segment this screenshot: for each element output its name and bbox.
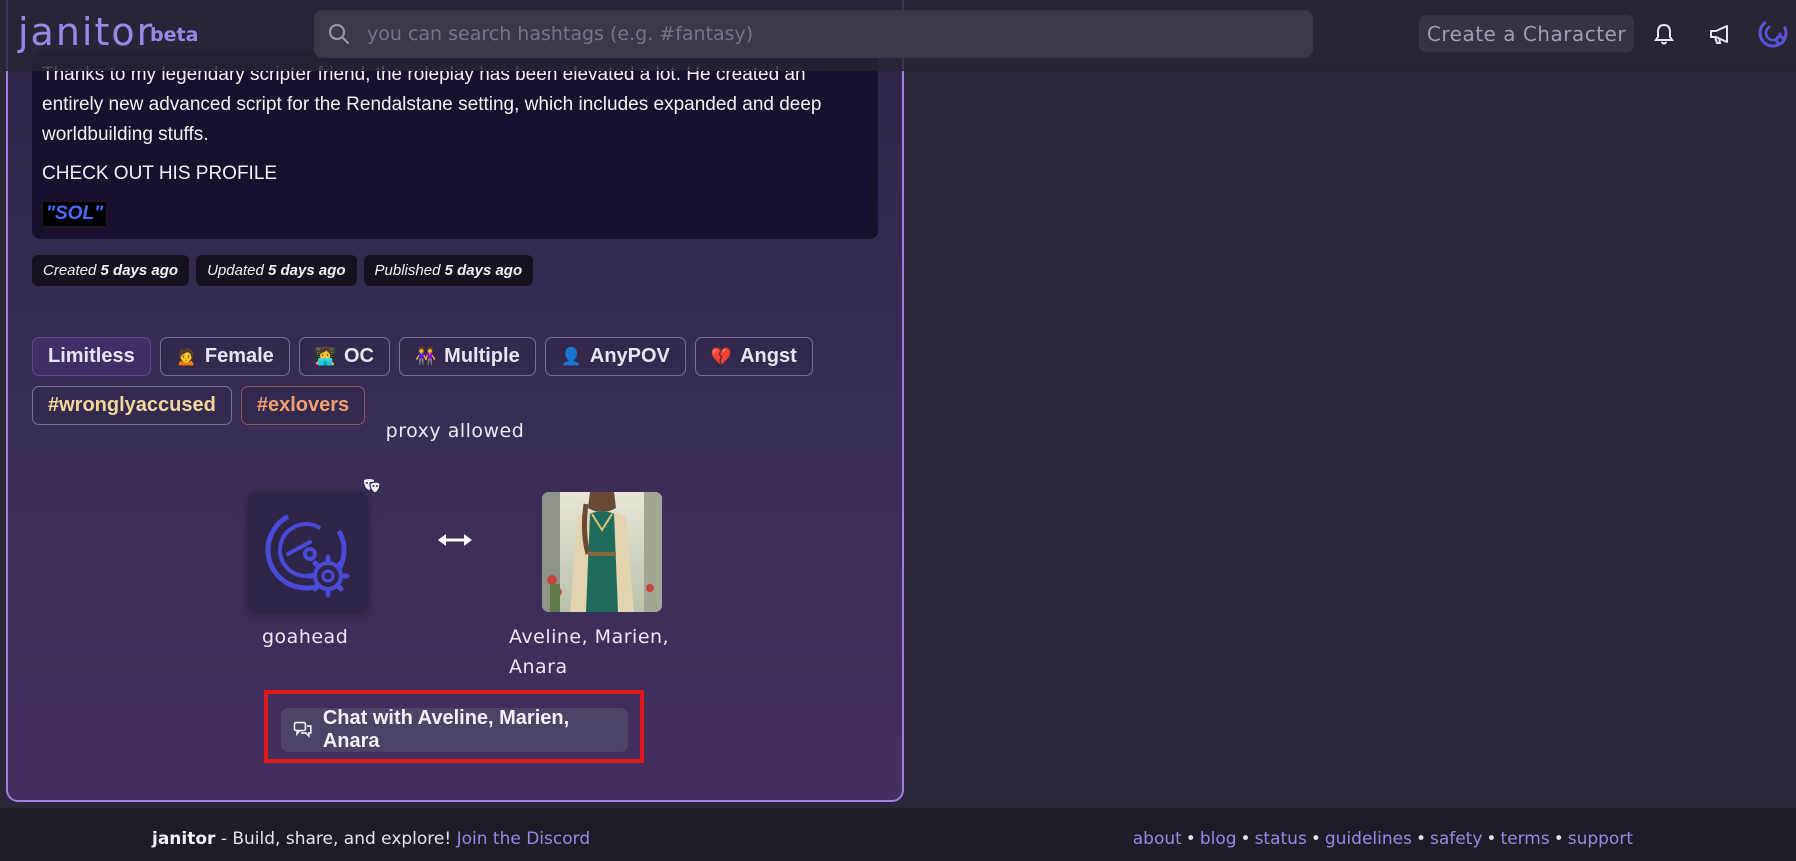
search-icon — [328, 23, 350, 45]
description-paragraph: Thanks to my legendary scripter friend, … — [42, 64, 822, 145]
masks-icon — [361, 477, 383, 495]
created-date: Created 5 days ago — [32, 255, 190, 286]
discord-link[interactable]: Join the Discord — [457, 829, 591, 849]
chat-bubble-icon — [293, 721, 312, 738]
footer-tagline: janitor - Build, share, and explore! Joi… — [152, 829, 590, 849]
persona-avatar[interactable] — [248, 492, 368, 612]
tag-list: Limitless 🙍 Female 👩‍💻 OC 👭 Multiple 👤 AnyPO… — [32, 337, 892, 425]
tag-female[interactable]: 🙍 Female — [159, 337, 290, 376]
footer-link-about[interactable]: about — [1133, 829, 1182, 849]
character-portrait-image — [542, 492, 662, 612]
tag-oc[interactable]: 👩‍💻 OC — [298, 337, 390, 376]
footer-brand: janitor — [152, 829, 216, 849]
footer: janitor - Build, share, and explore! Joi… — [0, 808, 1796, 861]
swap-arrow-icon — [436, 531, 474, 549]
character-name: Aveline, Marien, Anara — [509, 626, 670, 678]
tag-angst[interactable]: 💔 Angst — [694, 337, 813, 376]
technologist-emoji-icon: 👩‍💻 — [314, 346, 336, 366]
megaphone-icon[interactable] — [1707, 21, 1733, 47]
search-input[interactable] — [365, 22, 1269, 46]
footer-link-support[interactable]: support — [1568, 829, 1633, 849]
updated-date: Updated 5 days ago — [196, 255, 357, 286]
broken-heart-emoji-icon: 💔 — [710, 346, 733, 366]
search-bar[interactable] — [314, 10, 1313, 58]
beta-badge: beta — [150, 24, 199, 46]
top-header: janitor beta Create a Character — [0, 0, 1796, 71]
proxy-status: proxy allowed — [385, 420, 525, 442]
footer-link-status[interactable]: status — [1255, 829, 1307, 849]
persona-name: goahead — [262, 626, 349, 648]
footer-link-guidelines[interactable]: guidelines — [1325, 829, 1412, 849]
description-cta: CHECK OUT HIS PROFILE — [42, 163, 278, 184]
character-avatar[interactable] — [542, 492, 662, 612]
description-box: Thanks to my legendary scripter friend, … — [32, 50, 878, 239]
footer-link-safety[interactable]: safety — [1430, 829, 1482, 849]
published-date: Published 5 days ago — [363, 255, 534, 286]
profile-avatar-icon[interactable] — [1757, 17, 1789, 49]
start-chat-button[interactable]: Chat with Aveline, Marien, Anara — [281, 707, 628, 752]
tag-anypov[interactable]: 👤 AnyPOV — [544, 337, 686, 376]
persona-gear-icon — [265, 509, 350, 598]
footer-tagline-text: - Build, share, and explore! — [215, 829, 457, 849]
female-emoji-icon: 🙍 — [175, 346, 197, 366]
people-emoji-icon: 👭 — [414, 346, 437, 366]
silhouette-emoji-icon: 👤 — [560, 346, 582, 366]
footer-link-terms[interactable]: terms — [1500, 829, 1549, 849]
create-character-button[interactable]: Create a Character — [1419, 15, 1634, 52]
footer-links: about • blog • status • guidelines • safety • term… — [1132, 829, 1633, 849]
bell-icon[interactable] — [1651, 21, 1677, 47]
footer-link-blog[interactable]: blog — [1200, 829, 1237, 849]
janitor-logo[interactable]: janitor — [18, 10, 154, 54]
tag-limitless[interactable]: Limitless — [32, 337, 151, 376]
chat-button-label: Chat with Aveline, Marien, Anara — [322, 707, 570, 752]
dates-row: Created 5 days ago Updated 5 days ago Pu… — [32, 255, 534, 286]
sol-highlight[interactable]: "SOL" — [42, 201, 108, 227]
tag-multiple[interactable]: 👭 Multiple — [398, 337, 536, 376]
